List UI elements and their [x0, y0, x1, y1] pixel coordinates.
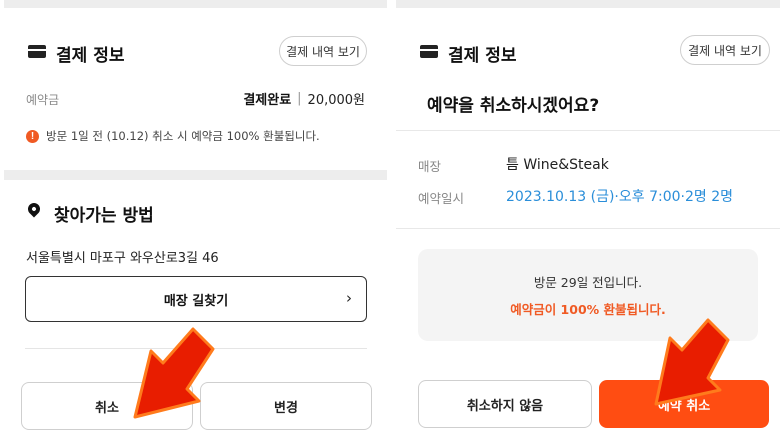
- payment-section-title: 결제 정보: [448, 46, 517, 66]
- dialog-divider: [396, 228, 780, 229]
- info-icon: !: [26, 129, 39, 143]
- keep-reservation-button[interactable]: 취소하지 않음: [418, 380, 592, 428]
- refund-info-box: 방문 29일 전입니다. 예약금이 100% 환불됩니다.: [418, 249, 758, 341]
- find-route-button[interactable]: 매장 길찾기 ›: [25, 276, 367, 322]
- chevron-right-icon: ›: [346, 289, 352, 307]
- refund-notice-text: 방문 1일 전 (10.12) 취소 시 예약금 100% 환불됩니다.: [46, 129, 320, 143]
- payment-amount-row: 결제완료 | 20,000원: [243, 89, 365, 108]
- dialog-divider: [396, 130, 780, 131]
- refund-notice: ! 방문 1일 전 (10.12) 취소 시 예약금 100% 환불됩니다.: [26, 128, 320, 144]
- find-route-label: 매장 길찾기: [163, 293, 229, 309]
- payment-history-button[interactable]: 결제 내역 보기: [680, 35, 770, 65]
- cancel-dialog-panel: 결제 정보 결제 내역 보기 예약을 취소하시겠어요? 매장 틈 Wine&St…: [396, 0, 780, 436]
- top-divider: [4, 0, 387, 8]
- card-icon: [420, 45, 438, 58]
- top-divider: [396, 0, 780, 8]
- divider-line: [25, 348, 367, 349]
- store-label: 매장: [418, 159, 442, 174]
- refund-days-text: 방문 29일 전입니다.: [533, 275, 643, 290]
- reservation-detail-panel: 결제 정보 결제 내역 보기 예약금 결제완료 | 20,000원 ! 방문 1…: [4, 0, 387, 436]
- confirm-cancel-button[interactable]: 예약 취소: [599, 380, 769, 428]
- card-icon: [28, 45, 46, 58]
- cancel-button[interactable]: 취소: [21, 382, 193, 430]
- payment-section-title: 결제 정보: [56, 46, 125, 66]
- section-divider: [4, 170, 387, 180]
- deposit-label: 예약금: [26, 93, 60, 107]
- payment-separator: |: [297, 91, 302, 106]
- payment-status: 결제완료: [243, 93, 292, 108]
- change-button[interactable]: 변경: [200, 382, 372, 430]
- store-address: 서울특별시 마포구 와우산로3길 46: [26, 251, 219, 266]
- directions-section-title: 찾아가는 방법: [54, 206, 154, 226]
- map-pin-icon: [25, 200, 43, 218]
- cancel-dialog-title: 예약을 취소하시겠어요?: [427, 96, 600, 116]
- reservation-datetime-value: 2023.10.13 (금)·오후 7:00·2명 2명: [506, 189, 733, 205]
- payment-amount: 20,000원: [307, 93, 365, 108]
- refund-percent-text: 예약금이 100% 환불됩니다.: [510, 302, 666, 317]
- reservation-datetime-label: 예약일시: [418, 191, 465, 206]
- payment-history-button[interactable]: 결제 내역 보기: [279, 36, 367, 66]
- store-name: 틈 Wine&Steak: [506, 157, 609, 173]
